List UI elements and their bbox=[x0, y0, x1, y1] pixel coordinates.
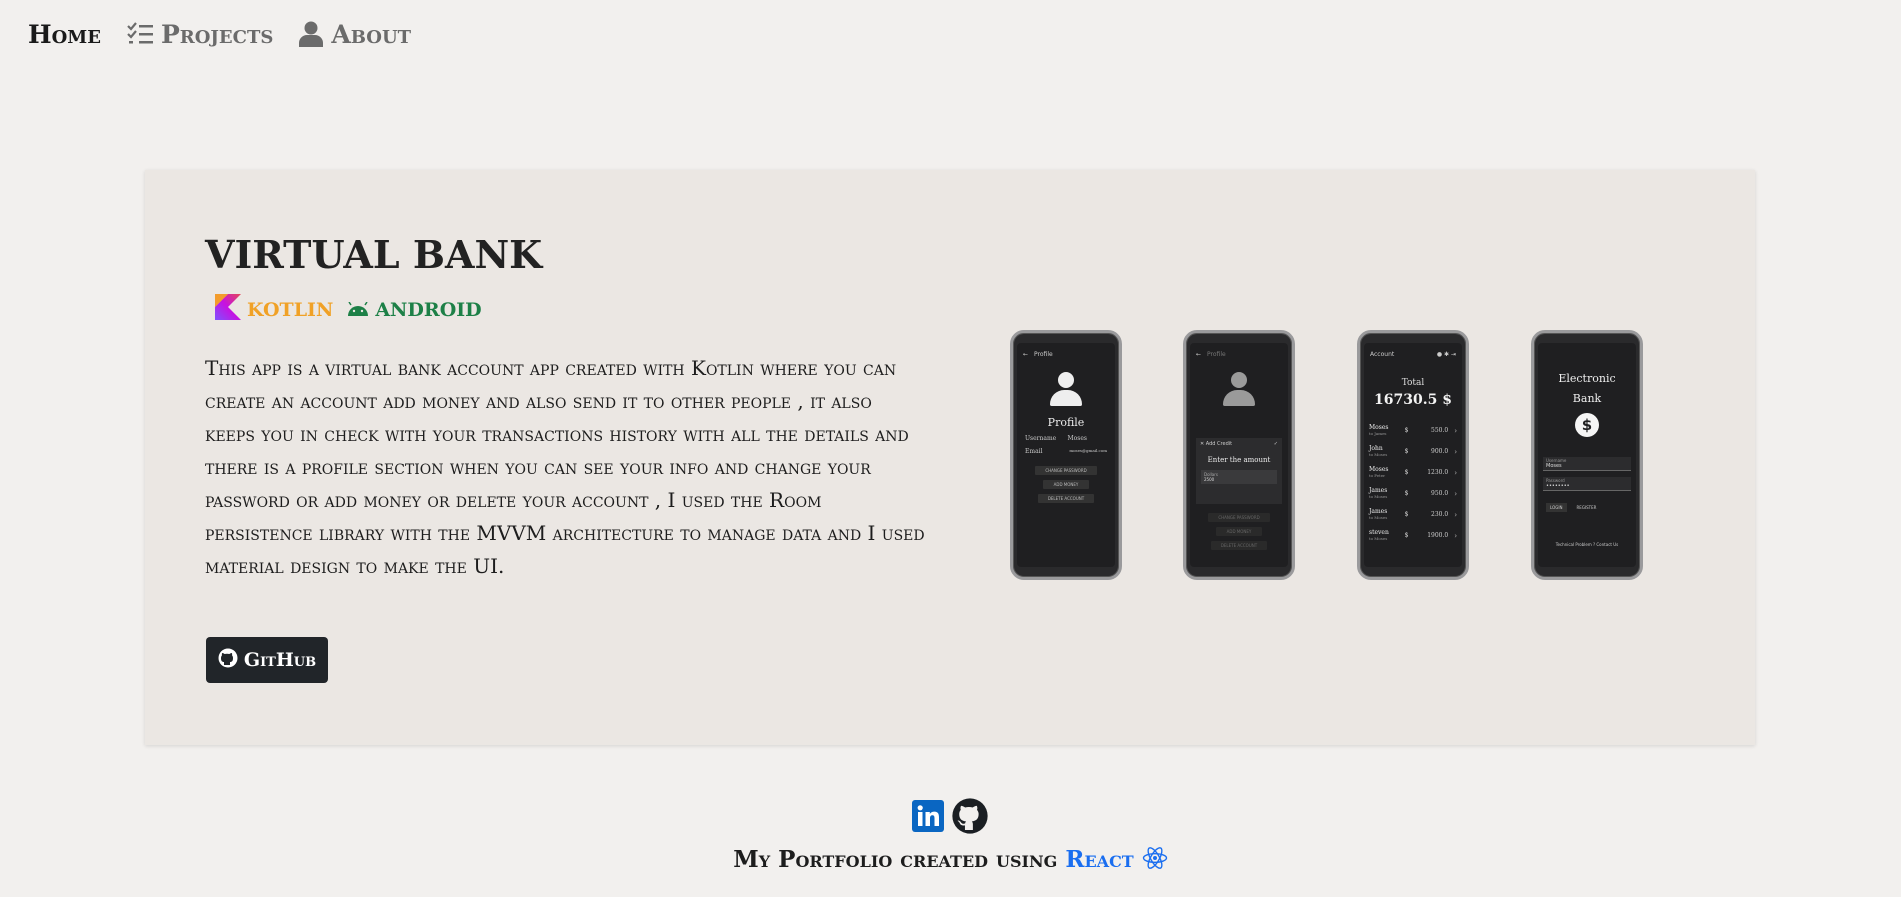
transaction-amount: 550.0 bbox=[1431, 427, 1449, 434]
dialog-prompt: Enter the amount bbox=[1207, 456, 1271, 464]
transaction-name: steven to Moses bbox=[1369, 528, 1389, 541]
transaction-row: Moses to James $550.0 › bbox=[1364, 420, 1462, 441]
total-label: Total bbox=[1401, 378, 1425, 388]
transaction-amount: 230.0 bbox=[1431, 511, 1449, 518]
transaction-name: Moses to James bbox=[1369, 423, 1389, 436]
phone-screenshot-account: Account ● ✱ ⇥ Total 16730.5 $ Moses to Jam… bbox=[1357, 330, 1469, 580]
react-icon bbox=[1142, 846, 1168, 876]
project-title: VIRTUAL BANK bbox=[205, 232, 543, 277]
transaction-amount: 950.0 bbox=[1431, 490, 1449, 497]
react-link[interactable]: React bbox=[1065, 846, 1133, 873]
login-mini-button: LOGIN bbox=[1546, 503, 1567, 512]
footer-credit: My Portfolio created using React bbox=[0, 846, 1901, 876]
nav-about[interactable]: About bbox=[299, 20, 411, 49]
email-label: Email bbox=[1025, 448, 1043, 455]
delete-account-mini-dim: DELETE ACCOUNT bbox=[1211, 541, 1267, 550]
project-card: VIRTUAL BANK KOTLIN ANDROID This app is … bbox=[145, 170, 1755, 745]
checklist-icon bbox=[127, 22, 153, 46]
appbar-icons: ● ✱ ⇥ bbox=[1436, 351, 1456, 358]
transactions-list: Moses to James $550.0 › John to Moses $900.0 › M… bbox=[1364, 420, 1462, 546]
tech-tags: KOTLIN ANDROID bbox=[215, 294, 482, 325]
phone-screenshot-add-credit: ← Profile ✕ Add Credit ✓ Enter the amount … bbox=[1183, 330, 1295, 580]
profile-avatar-icon bbox=[1221, 372, 1257, 408]
tag-kotlin-label: KOTLIN bbox=[247, 298, 334, 321]
profile-avatar-icon bbox=[1048, 372, 1084, 408]
total-value: 16730.5 $ bbox=[1374, 392, 1452, 408]
transaction-currency: $ bbox=[1404, 490, 1409, 497]
login-footer-text: Technical Problem ? Contact Us bbox=[1555, 542, 1619, 547]
transaction-amount: 1230.0 bbox=[1427, 469, 1449, 476]
back-arrow-icon: ← bbox=[1023, 351, 1029, 358]
nav-projects[interactable]: Projects bbox=[127, 20, 273, 49]
change-password-mini-dim: CHANGE PASSWORD bbox=[1208, 513, 1270, 522]
tag-kotlin: KOTLIN bbox=[215, 294, 333, 325]
kotlin-logo-icon bbox=[215, 294, 241, 325]
transaction-name: James to Moses bbox=[1369, 507, 1388, 520]
profile-title: Profile bbox=[1047, 416, 1085, 429]
login-password-field: Password •••••••• bbox=[1543, 477, 1631, 491]
login-username-field: Username Moses bbox=[1543, 457, 1631, 471]
chevron-right-icon: › bbox=[1454, 468, 1457, 477]
transaction-row: steven to Moses $1900.0 › bbox=[1364, 525, 1462, 546]
top-nav: Home Projects About bbox=[28, 16, 411, 52]
register-mini-button: REGISTER bbox=[1576, 505, 1597, 510]
transaction-row: James to Moses $950.0 › bbox=[1364, 483, 1462, 504]
email-value: moses@gmail.com bbox=[1069, 448, 1107, 453]
transaction-row: John to Moses $900.0 › bbox=[1364, 441, 1462, 462]
add-money-mini: ADD MONEY bbox=[1043, 480, 1089, 489]
add-credit-dialog: ✕ Add Credit ✓ Enter the amount Dollars 25… bbox=[1196, 438, 1282, 504]
social-links bbox=[912, 798, 988, 838]
transaction-currency: $ bbox=[1404, 427, 1409, 434]
change-password-mini: CHANGE PASSWORD bbox=[1035, 466, 1097, 475]
tag-android-label: ANDROID bbox=[375, 298, 482, 321]
github-icon bbox=[218, 648, 238, 673]
account-appbar-title: Account bbox=[1370, 351, 1395, 358]
add-credit-appbar-title: Profile bbox=[1207, 351, 1226, 358]
chevron-right-icon: › bbox=[1454, 447, 1457, 456]
phone-screenshot-login: Electronic Bank $ Username Moses Password… bbox=[1531, 330, 1643, 580]
github-button-label: GitHub bbox=[243, 649, 317, 671]
transaction-row: James to Moses $230.0 › bbox=[1364, 504, 1462, 525]
transaction-name: James to Moses bbox=[1369, 486, 1388, 499]
transaction-amount: 900.0 bbox=[1431, 448, 1449, 455]
close-icon: ✕ Add Credit bbox=[1200, 441, 1233, 447]
back-arrow-icon: ← bbox=[1196, 351, 1202, 358]
android-icon bbox=[347, 299, 369, 321]
transaction-row: Moses to Peter $1230.0 › bbox=[1364, 462, 1462, 483]
transaction-currency: $ bbox=[1404, 532, 1409, 539]
username-value: Moses bbox=[1067, 435, 1087, 442]
footer-text: My Portfolio created using bbox=[733, 846, 1058, 873]
linkedin-icon[interactable] bbox=[912, 800, 944, 836]
nav-projects-label: Projects bbox=[160, 19, 274, 49]
tag-android: ANDROID bbox=[347, 298, 482, 321]
chevron-right-icon: › bbox=[1454, 426, 1457, 435]
transaction-currency: $ bbox=[1404, 448, 1409, 455]
transaction-currency: $ bbox=[1404, 469, 1409, 476]
check-icon: ✓ bbox=[1273, 441, 1278, 447]
chevron-right-icon: › bbox=[1454, 531, 1457, 540]
delete-account-mini: DELETE ACCOUNT bbox=[1038, 494, 1094, 503]
login-title: Electronic Bank bbox=[1558, 372, 1616, 405]
chevron-right-icon: › bbox=[1454, 489, 1457, 498]
project-description: This app is a virtual bank account app c… bbox=[205, 356, 925, 578]
phone-screenshot-profile: ← Profile Profile Username Moses Email mose… bbox=[1010, 330, 1122, 580]
transaction-amount: 1900.0 bbox=[1427, 532, 1449, 539]
chevron-right-icon: › bbox=[1454, 510, 1457, 519]
user-icon bbox=[299, 21, 324, 47]
transaction-name: Moses to Peter bbox=[1369, 465, 1389, 478]
add-money-mini-dim: ADD MONEY bbox=[1216, 527, 1262, 536]
nav-home[interactable]: Home bbox=[28, 20, 101, 49]
dollar-icon: $ bbox=[1575, 413, 1599, 437]
github-icon[interactable] bbox=[952, 798, 988, 838]
transaction-currency: $ bbox=[1404, 511, 1409, 518]
transaction-name: John to Moses bbox=[1369, 444, 1388, 457]
github-button[interactable]: GitHub bbox=[206, 637, 328, 683]
nav-about-label: About bbox=[331, 19, 412, 49]
username-label: Username bbox=[1025, 435, 1057, 442]
profile-appbar-title: Profile bbox=[1034, 351, 1053, 358]
amount-input-preview: Dollars 2500 bbox=[1201, 470, 1277, 484]
nav-home-label: Home bbox=[28, 19, 101, 49]
